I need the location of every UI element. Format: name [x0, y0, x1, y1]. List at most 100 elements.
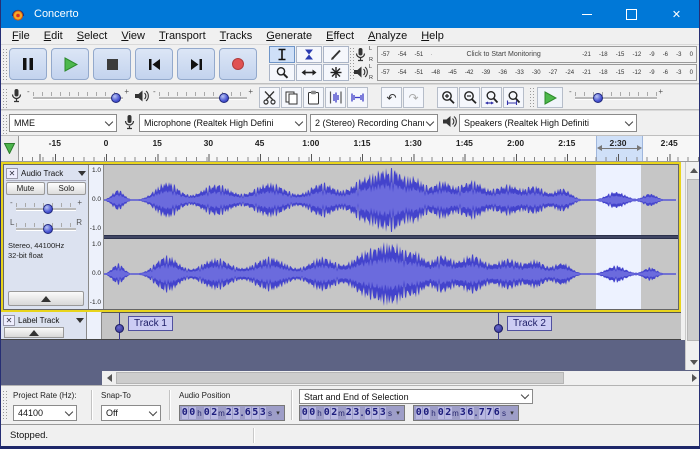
solo-button[interactable]: Solo [47, 182, 86, 195]
selection-mode-select[interactable]: Start and End of Selection [299, 389, 533, 404]
time-digit[interactable]: 3 [380, 407, 387, 419]
trim-audio-button[interactable] [325, 87, 346, 108]
time-digit[interactable]: 6 [467, 407, 474, 419]
minimize-button[interactable] [564, 0, 609, 28]
time-digit[interactable]: 0 [302, 407, 309, 419]
selection-grip[interactable] [2, 390, 7, 420]
time-digit[interactable]: 3 [260, 407, 267, 419]
time-digit[interactable]: 0 [309, 407, 316, 419]
pan-slider[interactable]: L R [10, 220, 82, 234]
time-digit[interactable]: 3 [460, 407, 467, 419]
zoom-in-button[interactable] [437, 87, 458, 108]
audio-host-select[interactable]: MME [9, 114, 117, 132]
multi-tool-button[interactable] [323, 64, 349, 81]
vertical-scrollbar[interactable] [685, 162, 700, 370]
play-meter[interactable]: -57-54-51-48-45-42-39-36-33-30-27-24-21-… [377, 64, 697, 81]
play-at-speed-button[interactable] [537, 87, 563, 108]
waveform-channel-left[interactable] [104, 165, 678, 235]
record-button[interactable] [219, 48, 257, 80]
title-bar[interactable]: Concerto ✕ [1, 0, 699, 28]
label-track-close-button[interactable]: ✕ [3, 315, 15, 326]
audio-position-field[interactable]: 00h02m23.653s▾ [179, 405, 285, 421]
play-volume-slider[interactable]: -+ [153, 89, 253, 103]
horizontal-scroll-thumb[interactable] [116, 372, 564, 384]
transcription-grip[interactable] [529, 87, 534, 107]
pan-thumb[interactable] [43, 224, 53, 234]
menu-view[interactable]: View [114, 28, 152, 44]
timeline-pin-button[interactable] [1, 136, 19, 161]
monitor-hint[interactable]: Click to Start Monitoring [432, 49, 575, 60]
time-digit[interactable]: 7 [486, 407, 493, 419]
time-digit[interactable]: 5 [372, 407, 379, 419]
gain-thumb[interactable] [43, 204, 53, 214]
toolbar-grip[interactable] [2, 48, 7, 82]
draw-tool-button[interactable] [323, 46, 349, 63]
vertical-ruler[interactable]: 1.00.0-1.01.00.0-1.0 [89, 165, 104, 309]
menu-tracks[interactable]: Tracks [213, 28, 260, 44]
time-digit[interactable]: 3 [233, 407, 240, 419]
envelope-tool-button[interactable] [296, 46, 322, 63]
horizontal-scrollbar[interactable] [102, 371, 700, 385]
label-track-menu-arrow-icon[interactable] [76, 318, 84, 323]
time-digit[interactable]: 0 [182, 407, 189, 419]
time-digit[interactable]: 2 [211, 407, 218, 419]
track-menu-arrow-icon[interactable] [78, 171, 86, 176]
zoom-selection-button[interactable] [481, 87, 502, 108]
record-meter[interactable]: -57-54-51-48-45-42-39-36-33-30-27-24-21-… [377, 46, 697, 63]
time-digit[interactable]: 0 [416, 407, 423, 419]
label-track-content[interactable]: Track 1 Track 2 [102, 312, 681, 339]
track-close-button[interactable]: ✕ [6, 168, 18, 179]
dropdown-arrow-icon[interactable]: ▾ [508, 409, 517, 417]
menu-analyze[interactable]: Analyze [361, 28, 414, 44]
time-digit[interactable]: 3 [353, 407, 360, 419]
play-speed-thumb[interactable] [593, 93, 603, 103]
menu-transport[interactable]: Transport [152, 28, 213, 44]
label-flag-icon[interactable] [494, 324, 503, 333]
play-volume-thumb[interactable] [219, 93, 229, 103]
selection-tool-button[interactable] [269, 46, 295, 63]
label-track-collapse-button[interactable] [4, 327, 64, 338]
time-digit[interactable]: 2 [445, 407, 452, 419]
skip-to-end-button[interactable] [177, 48, 215, 80]
record-volume-slider[interactable]: -+ [27, 89, 129, 103]
time-digit[interactable]: 0 [189, 407, 196, 419]
time-digit[interactable]: 0 [438, 407, 445, 419]
record-volume-thumb[interactable] [111, 93, 121, 103]
track-collapse-button[interactable] [8, 291, 84, 306]
zoom-out-button[interactable] [459, 87, 480, 108]
play-button[interactable] [51, 48, 89, 80]
label-flag-icon[interactable] [115, 324, 124, 333]
gain-slider[interactable]: - + [10, 200, 82, 214]
scroll-down-button[interactable] [686, 354, 700, 370]
menu-file[interactable]: File [5, 28, 37, 44]
menu-edit[interactable]: Edit [37, 28, 70, 44]
vertical-scroll-thumb[interactable] [687, 179, 700, 341]
label-text-track1[interactable]: Track 1 [128, 316, 173, 331]
time-digit[interactable]: 0 [423, 407, 430, 419]
selection-end-field[interactable]: 00h02m36.776s▾ [413, 405, 519, 421]
waveform-channel-right[interactable] [104, 239, 678, 309]
dropdown-arrow-icon[interactable]: ▾ [274, 409, 283, 417]
label-track[interactable]: ✕ Label Track Track 1 Track 2 [1, 312, 681, 340]
input-channels-select[interactable]: 2 (Stereo) Recording Channels [310, 114, 438, 132]
cut-button[interactable] [259, 87, 280, 108]
paste-button[interactable] [303, 87, 324, 108]
silence-audio-button[interactable] [347, 87, 368, 108]
zoom-fit-button[interactable] [503, 87, 524, 108]
skip-to-start-button[interactable] [135, 48, 173, 80]
undo-button[interactable]: ↶ [381, 87, 402, 108]
timeline-ruler[interactable]: -1501530451:001:151:301:452:002:152:302:… [18, 136, 699, 161]
time-digit[interactable]: 6 [365, 407, 372, 419]
mute-button[interactable]: Mute [6, 182, 45, 195]
device-grip[interactable] [2, 114, 7, 134]
menu-select[interactable]: Select [70, 28, 115, 44]
scroll-up-button[interactable] [686, 162, 700, 178]
audio-track[interactable]: ✕ Audio Track Mute Solo - + L R Stereo, … [1, 162, 681, 312]
time-digit[interactable]: 7 [479, 407, 486, 419]
close-button[interactable]: ✕ [654, 0, 699, 28]
stop-button[interactable] [93, 48, 131, 80]
menu-generate[interactable]: Generate [259, 28, 319, 44]
redo-button[interactable]: ↷ [403, 87, 424, 108]
scroll-left-button[interactable] [102, 371, 116, 385]
time-digit[interactable]: 6 [245, 407, 252, 419]
